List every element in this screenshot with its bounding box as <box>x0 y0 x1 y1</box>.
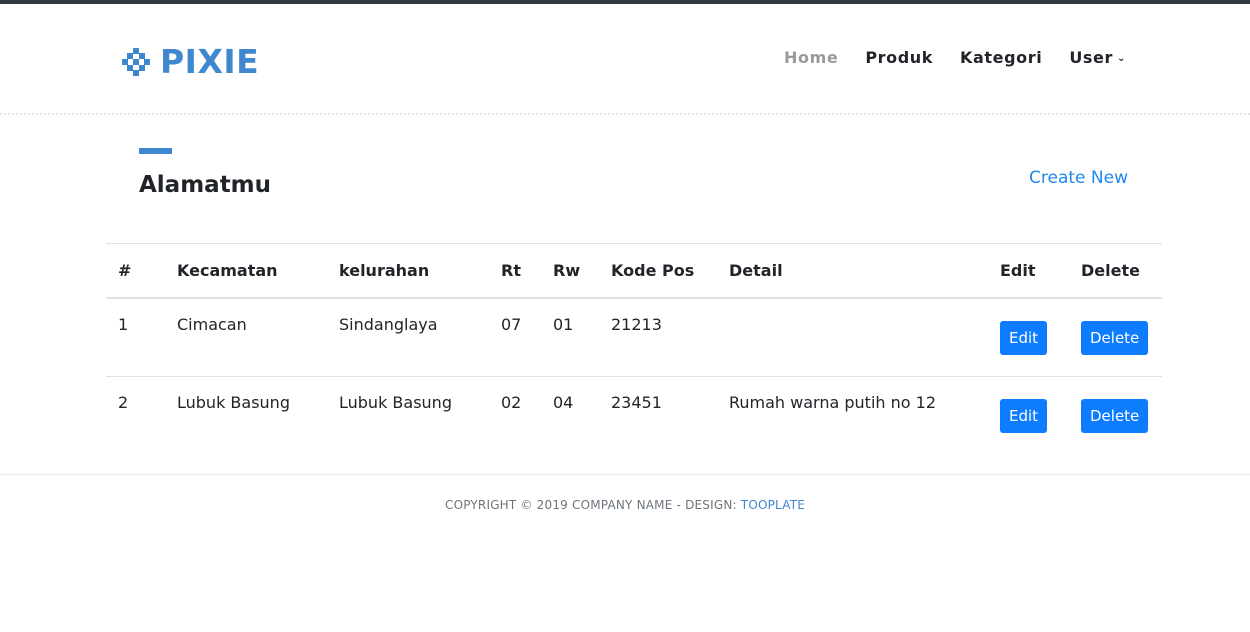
tooplate-link[interactable]: TOOPLATE <box>741 498 805 512</box>
cell-rw: 01 <box>541 298 599 377</box>
cell-detail: Rumah warna putih no 12 <box>729 393 936 412</box>
table-header-row: # Kecamatan kelurahan Rt Rw Kode Pos Det… <box>106 243 1162 299</box>
cell-edit: Edit <box>988 377 1069 455</box>
page-title: Alamatmu <box>139 172 272 198</box>
cell-rt: 02 <box>501 393 522 412</box>
address-table-container: # Kecamatan kelurahan Rt Rw Kode Pos Det… <box>106 243 1162 454</box>
main-nav: Home Produk Kategori User ⌄ <box>757 48 1126 67</box>
brand-name: PIXIE <box>160 42 260 81</box>
col-header-kelurahan: kelurahan <box>327 243 489 299</box>
col-header-kecamatan: Kecamatan <box>165 243 327 299</box>
cell-delete: Delete <box>1069 377 1162 455</box>
nav-user-label: User <box>1069 48 1114 67</box>
cell-detail <box>717 298 988 377</box>
cell-kecamatan: Lubuk Basung <box>177 393 290 412</box>
cell-number: 1 <box>106 298 165 377</box>
col-header-detail: Detail <box>717 243 988 299</box>
table-row: 1 Cimacan Sindanglaya 07 01 21213 Edit D… <box>106 298 1162 377</box>
nav-user-dropdown[interactable]: User ⌄ <box>1069 48 1126 67</box>
create-new-link[interactable]: Create New <box>1029 166 1128 190</box>
chevron-down-icon: ⌄ <box>1117 53 1126 64</box>
cell-rw: 04 <box>553 393 574 412</box>
pixel-diamond-icon <box>122 48 150 76</box>
table-row: 2 Lubuk Basung Lubuk Basung 02 04 23451 … <box>106 377 1162 455</box>
header-divider <box>0 113 1250 115</box>
cell-delete: Delete <box>1069 298 1162 377</box>
copyright-text: COPYRIGHT © 2019 COMPANY NAME - DESIGN: <box>444 498 741 512</box>
col-header-number: # <box>106 243 165 299</box>
edit-button[interactable]: Edit <box>1000 398 1048 433</box>
col-header-rt: Rt <box>489 243 541 299</box>
col-header-kode-pos: Kode Pos <box>599 243 717 299</box>
site-footer: COPYRIGHT © 2019 COMPANY NAME - DESIGN: … <box>0 498 1250 512</box>
title-accent-bar <box>139 148 172 154</box>
address-table: # Kecamatan kelurahan Rt Rw Kode Pos Det… <box>106 243 1162 454</box>
cell-number: 2 <box>118 393 129 412</box>
nav-kategori[interactable]: Kategori <box>960 48 1042 67</box>
col-header-rw: Rw <box>541 243 599 299</box>
cell-kecamatan: Cimacan <box>165 298 327 377</box>
cell-rt: 07 <box>489 298 541 377</box>
nav-produk[interactable]: Produk <box>865 48 933 67</box>
edit-button[interactable]: Edit <box>1000 320 1048 355</box>
col-header-delete: Delete <box>1069 243 1162 299</box>
site-header: PIXIE Home Produk Kategori User ⌄ <box>0 4 1250 112</box>
cell-edit: Edit <box>988 298 1069 377</box>
delete-button[interactable]: Delete <box>1081 320 1149 355</box>
cell-kode-pos: 23451 <box>611 393 662 412</box>
delete-button[interactable]: Delete <box>1081 398 1149 433</box>
cell-kode-pos: 21213 <box>599 298 717 377</box>
cell-kelurahan: Lubuk Basung <box>339 393 452 412</box>
footer-divider <box>0 474 1250 475</box>
cell-kelurahan: Sindanglaya <box>327 298 489 377</box>
brand-logo[interactable]: PIXIE <box>122 44 259 80</box>
nav-home[interactable]: Home <box>784 48 838 67</box>
col-header-edit: Edit <box>988 243 1069 299</box>
